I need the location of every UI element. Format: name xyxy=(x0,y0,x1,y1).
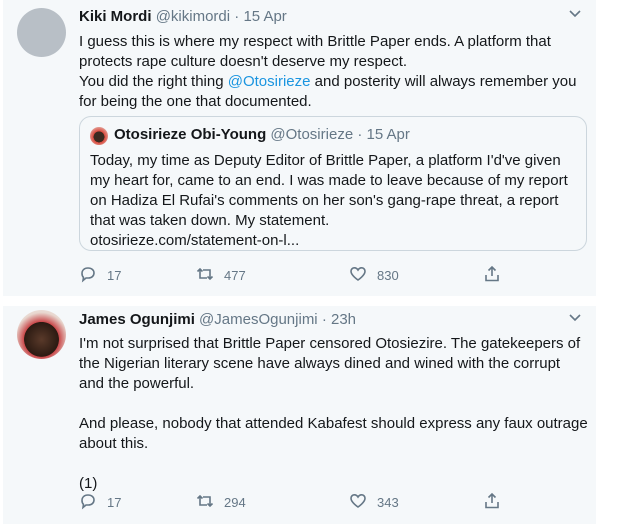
tweet-header: Kiki Mordi @kikimordi · 15 Apr xyxy=(79,8,287,25)
share-icon xyxy=(483,492,501,513)
chevron-down-icon[interactable] xyxy=(568,6,582,25)
retweet-icon xyxy=(196,492,214,513)
quoted-tweet-text: Today, my time as Deputy Editor of Britt… xyxy=(90,151,578,251)
retweet-count: 294 xyxy=(224,495,246,510)
like-count: 343 xyxy=(377,495,399,510)
reply-icon xyxy=(79,265,97,286)
quoted-text-line: that was taken down. My statement. xyxy=(90,212,330,229)
quoted-text-line: Today, my time as Deputy Editor of Britt… xyxy=(90,152,561,169)
separator-dot: · xyxy=(321,311,327,328)
tweet-text-segment: and posterity will always remember you xyxy=(310,73,577,90)
author-name[interactable]: James Ogunjimi xyxy=(79,311,195,328)
quoted-timestamp: 15 Apr xyxy=(366,126,410,143)
tweet-header: James Ogunjimi @JamesOgunjimi · 23h xyxy=(79,311,356,328)
reply-count: 17 xyxy=(107,495,122,510)
tweet-text-line: protects rape culture doesn't deserve my… xyxy=(79,53,408,70)
tweet-text-line: the Nigerian literary scene have always … xyxy=(79,355,561,372)
author-name[interactable]: Kiki Mordi xyxy=(79,8,152,25)
reply-button[interactable]: 17 xyxy=(79,492,121,513)
avatar xyxy=(90,127,108,145)
quoted-author-name: Otosirieze Obi-Young xyxy=(114,126,267,143)
retweet-button[interactable]: 477 xyxy=(196,265,246,286)
tweet-text-segment: You did the right thing xyxy=(79,73,228,90)
separator-dot: · xyxy=(234,8,240,25)
tweet-actions: 17 294 343 xyxy=(79,492,499,512)
author-handle[interactable]: @kikimordi xyxy=(156,8,230,25)
share-button[interactable] xyxy=(483,265,501,286)
tweet-james-ogunjimi[interactable]: James Ogunjimi @JamesOgunjimi · 23h I'm … xyxy=(3,306,596,524)
share-icon xyxy=(483,265,501,286)
like-button[interactable]: 343 xyxy=(349,492,399,513)
tweet-text-line: and the powerful. xyxy=(79,375,195,392)
retweet-icon xyxy=(196,265,214,286)
timestamp[interactable]: 23h xyxy=(331,311,356,328)
reply-icon xyxy=(79,492,97,513)
retweet-count: 477 xyxy=(224,268,246,283)
tweet-kiki-mordi[interactable]: Kiki Mordi @kikimordi · 15 Apr I guess t… xyxy=(3,0,596,296)
retweet-button[interactable]: 294 xyxy=(196,492,246,513)
tweet-text-line: for being the one that documented. xyxy=(79,93,312,110)
reply-button[interactable]: 17 xyxy=(79,265,121,286)
quoted-text-line: on Hadiza El Rufai's comments on her son… xyxy=(90,192,559,209)
like-button[interactable]: 830 xyxy=(349,265,399,286)
timestamp[interactable]: 15 Apr xyxy=(243,8,286,25)
tweet-text-line: (1) xyxy=(79,475,98,492)
tweet-text-line: And please, nobody that attended Kabafes… xyxy=(79,415,588,432)
author-handle[interactable]: @JamesOgunjimi xyxy=(199,311,318,328)
chevron-down-icon[interactable] xyxy=(568,310,582,329)
heart-icon xyxy=(349,492,367,513)
mention-link[interactable]: @Otosirieze xyxy=(228,73,311,90)
tweet-text-line: You did the right thing @Otosirieze and … xyxy=(79,72,589,92)
quoted-link[interactable]: otosirieze.com/statement-on-l... xyxy=(90,231,578,251)
quoted-author-handle: @Otosirieze xyxy=(270,126,354,143)
tweet-actions: 17 477 830 xyxy=(79,265,499,285)
quoted-text-line: my heart for, came to an end. I was made… xyxy=(90,172,568,189)
like-count: 830 xyxy=(377,268,399,283)
avatar[interactable] xyxy=(17,8,66,57)
avatar[interactable] xyxy=(17,310,66,359)
quoted-tweet[interactable]: Otosirieze Obi-Young @Otosirieze · 15 Ap… xyxy=(79,116,587,251)
separator-dot: · xyxy=(357,126,363,143)
share-button[interactable] xyxy=(483,492,501,513)
tweet-text-line: about this. xyxy=(79,435,149,452)
tweet-text: I guess this is where my respect with Br… xyxy=(79,32,589,112)
tweet-text-line: I guess this is where my respect with Br… xyxy=(79,33,551,50)
quoted-tweet-header: Otosirieze Obi-Young @Otosirieze · 15 Ap… xyxy=(114,126,410,143)
tweet-text-line: I'm not surprised that Brittle Paper cen… xyxy=(79,335,581,352)
heart-icon xyxy=(349,265,367,286)
tweet-text: I'm not surprised that Brittle Paper cen… xyxy=(79,334,589,494)
reply-count: 17 xyxy=(107,268,122,283)
